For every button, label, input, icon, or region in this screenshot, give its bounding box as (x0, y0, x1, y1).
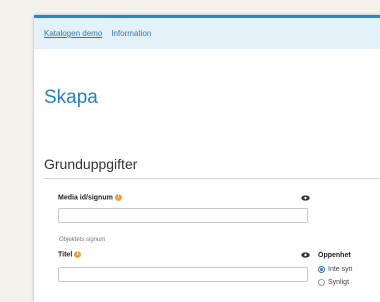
titel-label-text: Titel (58, 251, 73, 259)
openness-option-label: Synligt (328, 279, 350, 286)
eye-icon[interactable] (301, 195, 310, 201)
media-id-input[interactable] (58, 208, 308, 223)
eye-icon[interactable] (301, 252, 310, 258)
screenshot-frame: Katalogen demo Information Skapa Grundup… (0, 0, 380, 302)
eye-icon-svg (301, 195, 310, 201)
titel-label: Titel! (58, 251, 82, 259)
info-icon[interactable]: ! (114, 194, 122, 201)
eye-icon-svg (301, 252, 310, 258)
section-title: Grunduppgifter (44, 156, 138, 172)
openness-label: Öppenhet (318, 252, 351, 259)
media-id-label: Media id/signum! (58, 194, 122, 201)
titel-input[interactable] (58, 267, 308, 282)
nav-link-katalogen-demo[interactable]: Katalogen demo (44, 29, 102, 38)
openness-option-label: Inte syn (328, 266, 353, 273)
page-container: Katalogen demo Information Skapa Grundup… (34, 15, 380, 302)
openness-option-inte-synlig[interactable]: Inte syn (318, 266, 353, 273)
radio-checked-icon[interactable] (318, 266, 325, 273)
openness-option-synligt[interactable]: Synligt (318, 279, 349, 286)
radio-unchecked-icon[interactable] (318, 279, 325, 286)
page-title: Skapa (44, 87, 98, 108)
nav-link-information[interactable]: Information (111, 29, 151, 38)
section-divider (44, 178, 380, 179)
media-id-label-text: Media id/signum (58, 194, 113, 202)
top-navigation-bar: Katalogen demo Information (34, 15, 380, 49)
media-id-help-text: Objektets signum (59, 237, 106, 243)
info-icon[interactable]: ! (74, 251, 82, 258)
